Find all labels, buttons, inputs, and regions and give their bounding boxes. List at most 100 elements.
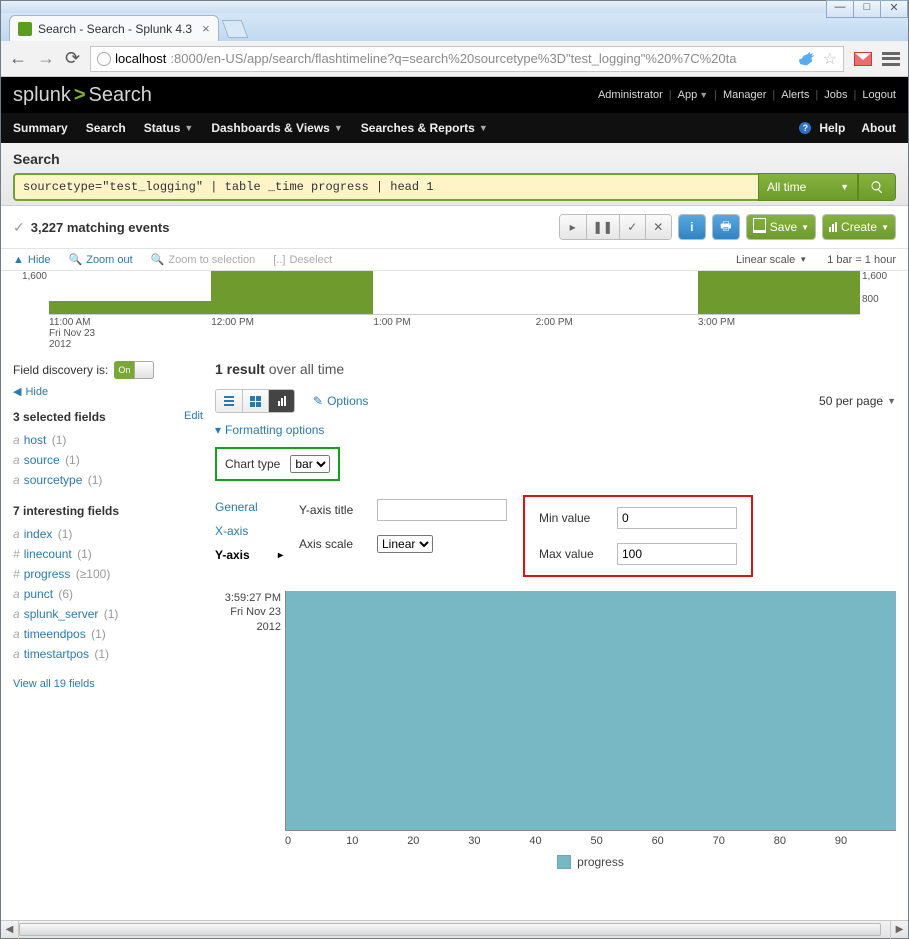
browser-tab[interactable]: Search - Search - Splunk 4.3 × bbox=[9, 15, 219, 41]
favicon-icon bbox=[18, 22, 32, 36]
view-mode-list[interactable] bbox=[216, 390, 242, 412]
reload-button[interactable]: ⟳ bbox=[65, 48, 80, 69]
globe-icon bbox=[97, 52, 111, 66]
max-value-input[interactable] bbox=[617, 543, 737, 565]
chart-type-label: Chart type bbox=[225, 457, 280, 471]
new-tab-button[interactable] bbox=[221, 20, 248, 38]
view-mode-chart[interactable] bbox=[268, 390, 294, 412]
view-mode-table[interactable] bbox=[242, 390, 268, 412]
nav-help[interactable]: ?Help bbox=[799, 121, 845, 135]
field-item[interactable]: apunct (6) bbox=[13, 584, 203, 604]
field-item[interactable]: atimeendpos (1) bbox=[13, 624, 203, 644]
min-value-label: Min value bbox=[539, 511, 607, 525]
bookmark-star-icon[interactable]: ☆ bbox=[823, 49, 837, 69]
sidebar-hide[interactable]: ◀ Hide bbox=[13, 385, 203, 398]
top-link-app[interactable]: App▼ bbox=[678, 89, 709, 101]
chart-type-select[interactable]: bar bbox=[290, 455, 330, 473]
top-link-manager[interactable]: Manager bbox=[723, 89, 766, 101]
nav-status[interactable]: Status▼ bbox=[144, 121, 194, 135]
top-link-jobs[interactable]: Jobs bbox=[824, 89, 847, 101]
window-close-button[interactable]: ✕ bbox=[880, 0, 908, 18]
min-value-input[interactable] bbox=[617, 507, 737, 529]
chart-bar bbox=[286, 591, 896, 830]
axis-scale-select[interactable]: Linear bbox=[377, 535, 433, 553]
twitter-icon[interactable] bbox=[799, 52, 815, 66]
timeline-scale-picker[interactable]: Linear scale ▼ bbox=[736, 253, 807, 266]
horizontal-scrollbar[interactable]: ◀ ▶ bbox=[1, 920, 908, 938]
top-link-alerts[interactable]: Alerts bbox=[781, 89, 809, 101]
per-page-picker[interactable]: 50 per page▼ bbox=[819, 394, 896, 408]
nav-summary[interactable]: Summary bbox=[13, 121, 68, 135]
time-range-picker[interactable]: All time▼ bbox=[758, 173, 858, 201]
url-input[interactable]: localhost :8000/en-US/app/search/flashtim… bbox=[90, 46, 844, 72]
job-next-button[interactable]: ▸ bbox=[560, 215, 586, 239]
field-item[interactable]: atimestartpos (1) bbox=[13, 644, 203, 664]
tab-y-axis[interactable]: Y-axis▸ bbox=[215, 543, 283, 567]
nav-dashboards[interactable]: Dashboards & Views▼ bbox=[211, 121, 342, 135]
field-item[interactable]: #progress (≥100) bbox=[13, 564, 203, 584]
check-icon: ✓ bbox=[13, 219, 25, 236]
tab-x-axis[interactable]: X-axis bbox=[215, 519, 283, 543]
field-item[interactable]: asource (1) bbox=[13, 450, 203, 470]
scroll-left-icon[interactable]: ◀ bbox=[1, 921, 19, 939]
chart-area: 3:59:27 PM Fri Nov 23 2012 0102030405060… bbox=[215, 591, 896, 871]
chart-type-row: Chart type bar bbox=[215, 447, 340, 481]
nav-search[interactable]: Search bbox=[86, 121, 126, 135]
timeline-zoom-out[interactable]: 🔍 Zoom out bbox=[69, 253, 133, 266]
axis-scale-label: Axis scale bbox=[299, 537, 367, 551]
timeline-chart[interactable]: 1,600 1,600 800 11:00 AM Fri Nov 23 2012 bbox=[13, 271, 896, 349]
selected-fields-header: 3 selected fields bbox=[13, 410, 106, 424]
search-button[interactable] bbox=[858, 173, 896, 201]
browser-tab-title: Search - Search - Splunk 4.3 bbox=[38, 22, 192, 36]
field-item[interactable]: asplunk_server (1) bbox=[13, 604, 203, 624]
options-link[interactable]: ✎ Options bbox=[313, 394, 368, 408]
scroll-right-icon[interactable]: ▶ bbox=[890, 921, 908, 939]
back-button[interactable]: ← bbox=[9, 48, 27, 69]
app-nav: Summary Search Status▼ Dashboards & View… bbox=[1, 113, 908, 143]
job-info-button[interactable]: i bbox=[679, 215, 705, 239]
fields-sidebar: Field discovery is: On ◀ Hide 3 selected… bbox=[13, 361, 203, 871]
search-input[interactable]: sourcetype="test_logging" | table _time … bbox=[13, 173, 758, 201]
print-button[interactable]: 🖶 bbox=[713, 215, 739, 239]
y-title-label: Y-axis title bbox=[299, 503, 367, 517]
field-discovery-toggle[interactable]: On bbox=[114, 361, 154, 379]
timeline-tick-0: 11:00 AM Fri Nov 23 2012 bbox=[49, 317, 211, 350]
create-button[interactable]: Create▼ bbox=[823, 215, 895, 239]
browser-menu-icon[interactable] bbox=[882, 52, 900, 66]
tab-close-icon[interactable]: × bbox=[202, 21, 210, 36]
gmail-icon[interactable] bbox=[854, 52, 872, 66]
top-link-logout[interactable]: Logout bbox=[862, 89, 896, 101]
chart-legend: progress bbox=[285, 855, 896, 869]
window-maximize-button[interactable]: □ bbox=[853, 0, 881, 18]
field-item[interactable]: ahost (1) bbox=[13, 430, 203, 450]
nav-about[interactable]: About bbox=[861, 121, 896, 135]
job-finalize-button[interactable]: ✓ bbox=[619, 215, 645, 239]
tab-general[interactable]: General bbox=[215, 495, 283, 519]
field-item[interactable]: #linecount (1) bbox=[13, 544, 203, 564]
view-mode-switch bbox=[215, 389, 295, 413]
field-item[interactable]: aindex (1) bbox=[13, 524, 203, 544]
results-panel: 1 result over all time ✎ Options 50 per … bbox=[215, 361, 896, 871]
forward-button: → bbox=[37, 48, 55, 69]
formatting-options-toggle[interactable]: ▾ Formatting options bbox=[215, 423, 896, 437]
interesting-fields-header: 7 interesting fields bbox=[13, 504, 119, 518]
window-minimize-button[interactable]: — bbox=[826, 0, 854, 18]
timeline-bar-unit: 1 bar = 1 hour bbox=[827, 253, 896, 266]
nav-searches[interactable]: Searches & Reports▼ bbox=[361, 121, 488, 135]
y-title-input[interactable] bbox=[377, 499, 507, 521]
legend-swatch-icon bbox=[557, 855, 571, 869]
top-link-admin[interactable]: Administrator bbox=[598, 89, 663, 101]
job-cancel-button[interactable]: ✕ bbox=[645, 215, 671, 239]
result-heading: 1 result over all time bbox=[215, 361, 896, 377]
address-bar: ← → ⟳ localhost :8000/en-US/app/search/fl… bbox=[1, 41, 908, 77]
url-host: localhost bbox=[115, 51, 166, 66]
job-pause-button[interactable]: ❚❚ bbox=[586, 215, 619, 239]
url-rest: :8000/en-US/app/search/flashtimeline?q=s… bbox=[170, 51, 736, 66]
save-button[interactable]: Save▼ bbox=[747, 215, 815, 239]
search-icon bbox=[870, 180, 884, 194]
fields-edit-link[interactable]: Edit bbox=[184, 410, 203, 424]
view-all-fields[interactable]: View all 19 fields bbox=[13, 678, 203, 690]
splunk-logo[interactable]: splunk>Search bbox=[13, 84, 152, 107]
timeline-hide[interactable]: ▲ Hide bbox=[13, 253, 51, 266]
field-item[interactable]: asourcetype (1) bbox=[13, 470, 203, 490]
